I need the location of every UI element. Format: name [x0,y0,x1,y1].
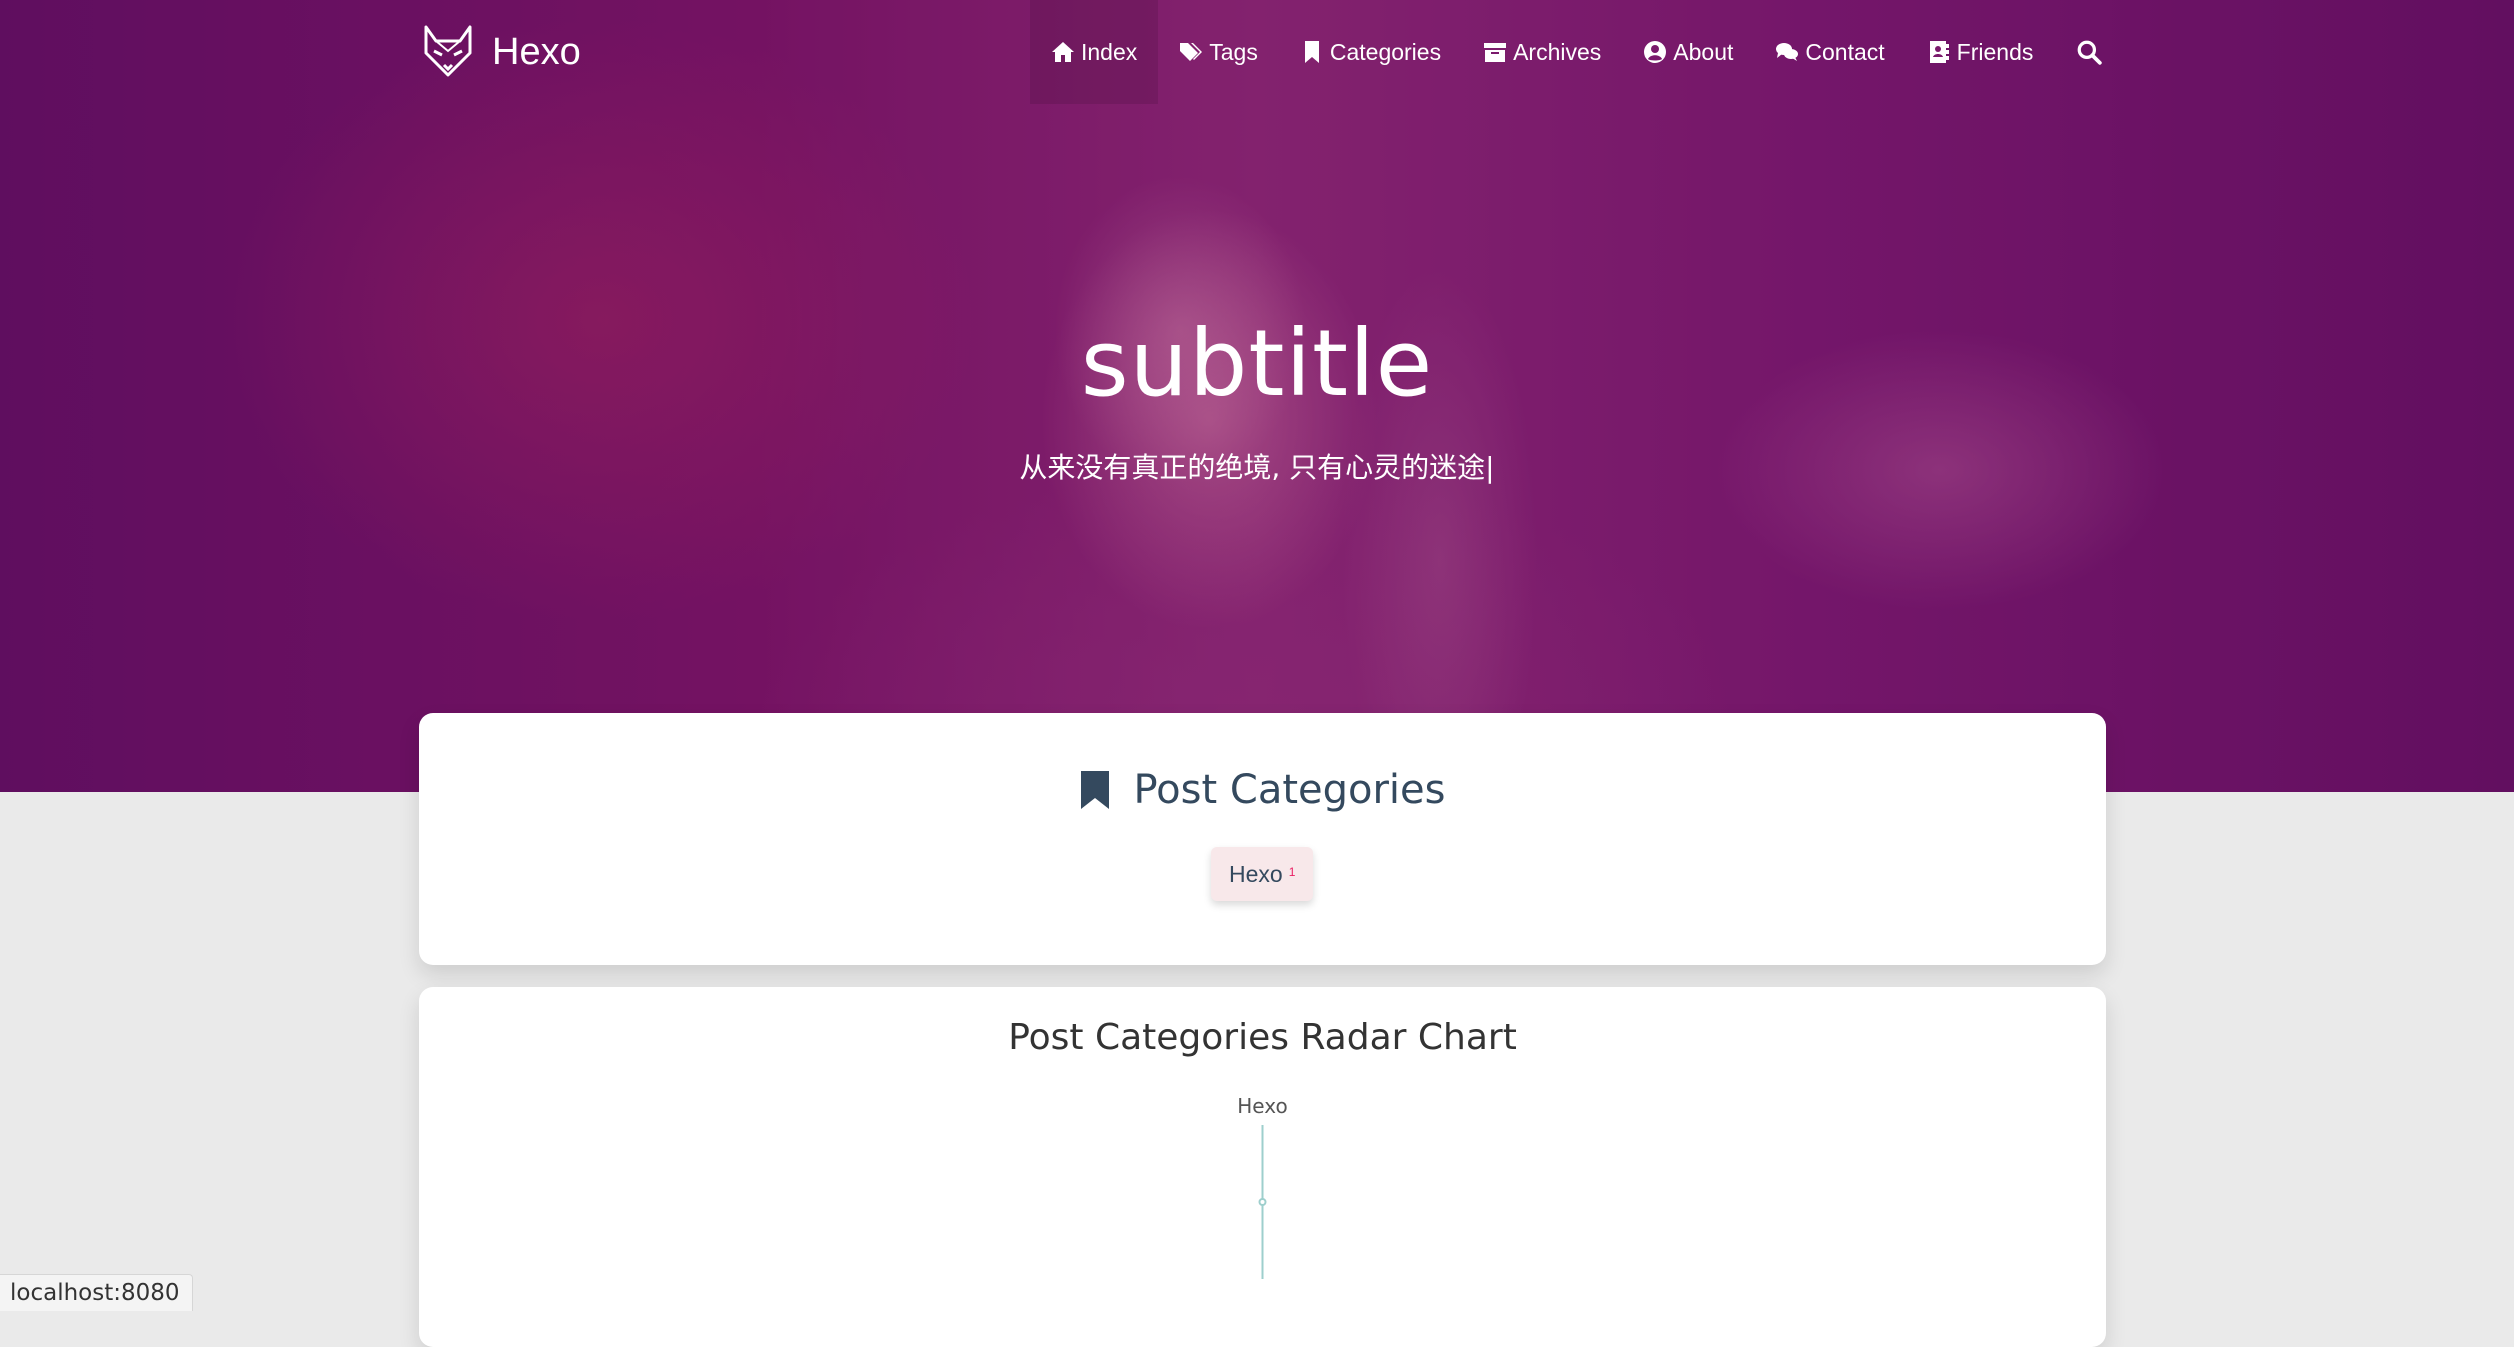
nav-item-archives[interactable]: Archives [1462,0,1622,104]
hero-banner: Hexo Index Tags Categories Archives Abou… [0,0,2514,792]
nav-item-categories[interactable]: Categories [1279,0,1462,104]
radar-chart-card: Post Categories Radar Chart Hexo [419,987,2106,1347]
categories-title: Post Categories [1133,767,1446,813]
main-menu: Index Tags Categories Archives About Con… [1030,0,2124,104]
tags-icon [1180,43,1203,61]
category-chip-name: Hexo [1229,860,1283,887]
nav-label: About [1673,38,1734,65]
nav-item-contact[interactable]: Contact [1754,0,1905,104]
nav-label: Friends [1956,38,2034,65]
hero-title: subtitle [1080,310,1434,417]
comments-icon [1776,43,1799,61]
categories-card: Post Categories Hexo 1 [419,713,2106,965]
category-chip-hexo[interactable]: Hexo 1 [1211,847,1314,901]
bookmark-icon [1304,41,1319,63]
nav-label: Index [1081,38,1138,65]
search-icon [2078,40,2103,65]
address-book-icon [1929,41,1949,63]
archive-icon [1484,43,1507,62]
radar-data-point[interactable] [1258,1198,1267,1206]
radar-indicator-label: Hexo [1237,1094,1287,1118]
search-button[interactable] [2054,0,2124,104]
brand-link[interactable]: Hexo [422,22,581,82]
nav-item-index[interactable]: Index [1030,0,1159,104]
categories-heading: Post Categories [419,755,2106,825]
category-chip-count: 1 [1288,865,1296,879]
nav-label: Tags [1209,38,1258,65]
brand-name: Hexo [492,30,581,73]
radar-chart: Hexo [1237,1094,1288,1279]
navbar: Hexo Index Tags Categories Archives Abou… [0,0,2514,104]
status-bar-url: localhost:8080 [0,1274,193,1311]
fox-icon [424,25,472,77]
nav-item-about[interactable]: About [1622,0,1754,104]
bookmark-icon [1081,771,1110,809]
nav-label: Categories [1329,38,1442,65]
user-circle-icon [1644,41,1667,63]
hero-subtitle: 从来没有真正的绝境, 只有心灵的迷途| [1019,451,1495,484]
home-icon [1052,42,1074,62]
nav-item-tags[interactable]: Tags [1158,0,1279,104]
nav-label: Archives [1513,38,1602,65]
nav-label: Contact [1805,38,1885,65]
nav-item-friends[interactable]: Friends [1906,0,2055,104]
